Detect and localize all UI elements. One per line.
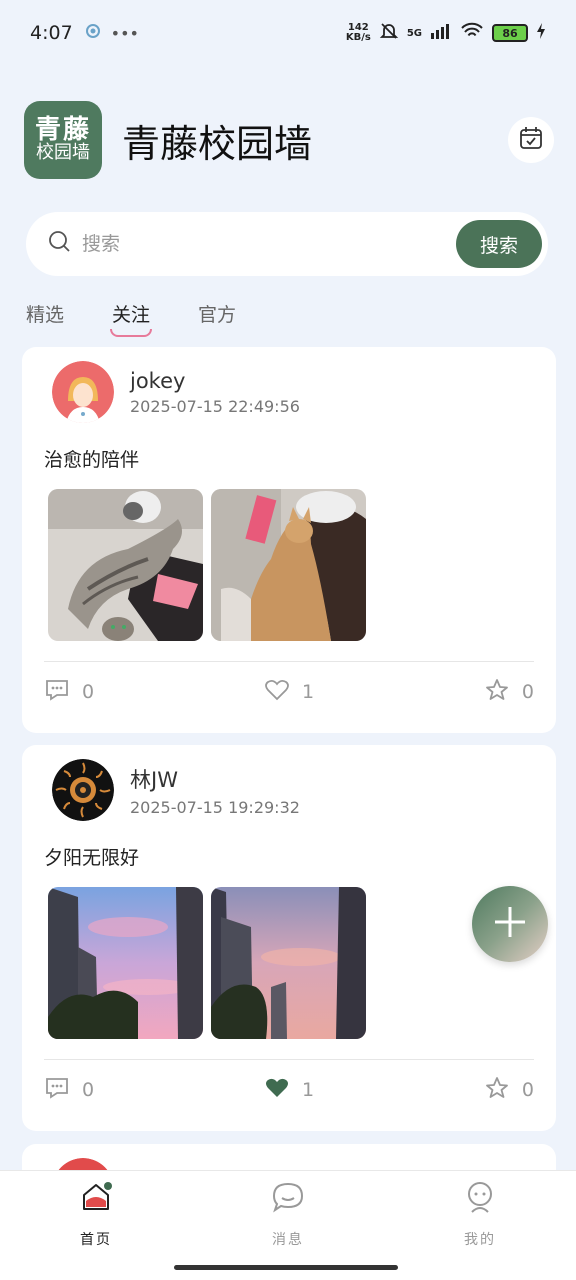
status-time: 4:07 (30, 22, 73, 44)
search-input[interactable] (82, 233, 456, 255)
like-button[interactable]: 1 (264, 678, 314, 707)
bottom-nav: 首页 消息 我的 (0, 1170, 576, 1280)
avatar[interactable] (52, 361, 114, 423)
status-bar: 4:07 ••• 142 KB/s 5G 86 (0, 0, 576, 66)
comment-icon (44, 1076, 70, 1105)
search-button[interactable]: 搜索 (456, 220, 542, 268)
username[interactable]: jokey (130, 369, 300, 393)
feed-tabs: 精选 关注 官方 (26, 300, 236, 337)
profile-icon (462, 1179, 498, 1219)
comment-count: 0 (82, 681, 95, 703)
post-actions: 0 1 0 (44, 1075, 534, 1105)
nav-profile[interactable]: 我的 (384, 1171, 576, 1280)
heart-filled-icon (264, 1076, 290, 1105)
post-actions: 0 1 0 (44, 677, 534, 707)
favorite-count: 0 (521, 681, 534, 703)
tab-featured[interactable]: 精选 (26, 300, 64, 337)
nav-home[interactable]: 首页 (0, 1171, 192, 1280)
comment-icon (44, 678, 70, 707)
calendar-checkin-button[interactable] (508, 117, 554, 163)
plus-icon (492, 904, 528, 944)
tab-following[interactable]: 关注 (110, 300, 153, 337)
app-notification-icon (85, 23, 101, 43)
star-outline-icon (484, 678, 510, 707)
charging-icon (536, 22, 546, 44)
heart-outline-icon (264, 678, 290, 707)
app-title: 青藤校园墙 (122, 121, 313, 166)
post-text: 夕阳无限好 (44, 847, 140, 869)
username[interactable]: 林JW (130, 764, 300, 794)
app-logo: 青藤 校园墙 (24, 101, 102, 179)
post-image-sunset-1[interactable] (48, 887, 203, 1039)
divider (44, 661, 534, 662)
comment-count: 0 (82, 1079, 95, 1101)
gesture-bar[interactable] (174, 1265, 398, 1270)
create-post-button[interactable] (472, 886, 548, 962)
more-notifications-icon: ••• (110, 23, 139, 43)
divider (44, 1059, 534, 1060)
calendar-check-icon (518, 125, 544, 155)
home-icon (78, 1179, 114, 1219)
comment-button[interactable]: 0 (44, 1076, 94, 1105)
post-image-cat-tabby[interactable] (48, 489, 203, 641)
network-type: 5G (406, 27, 422, 39)
comment-button[interactable]: 0 (44, 678, 94, 707)
app-header: 青藤 校园墙 青藤校园墙 (24, 100, 554, 180)
favorite-count: 0 (521, 1079, 534, 1101)
avatar[interactable] (52, 759, 114, 821)
post-text: 治愈的陪伴 (44, 449, 140, 471)
post-image-cat-orange[interactable] (211, 489, 366, 641)
favorite-button[interactable]: 0 (484, 678, 534, 707)
network-speed: 142 KB/s (345, 22, 371, 43)
battery-indicator: 86 (492, 24, 528, 42)
search-bar: 搜索 (26, 212, 548, 276)
star-outline-icon (484, 1076, 510, 1105)
search-icon (48, 230, 72, 258)
like-count: 1 (301, 681, 315, 703)
favorite-button[interactable]: 0 (484, 1076, 534, 1105)
like-button[interactable]: 1 (264, 1076, 314, 1105)
signal-icon (430, 22, 452, 44)
post-timestamp: 2025-07-15 22:49:56 (130, 396, 300, 416)
post-card[interactable]: jokey 2025-07-15 22:49:56 治愈的陪伴 0 1 0 (22, 347, 556, 733)
chat-bubble-icon (270, 1179, 306, 1219)
mute-bell-icon (379, 21, 399, 46)
post-timestamp: 2025-07-15 19:29:32 (130, 797, 300, 817)
tab-official[interactable]: 官方 (198, 300, 236, 337)
post-image-sunset-2[interactable] (211, 887, 366, 1039)
wifi-icon (460, 22, 484, 45)
nav-messages[interactable]: 消息 (192, 1171, 384, 1280)
like-count: 1 (301, 1079, 315, 1101)
